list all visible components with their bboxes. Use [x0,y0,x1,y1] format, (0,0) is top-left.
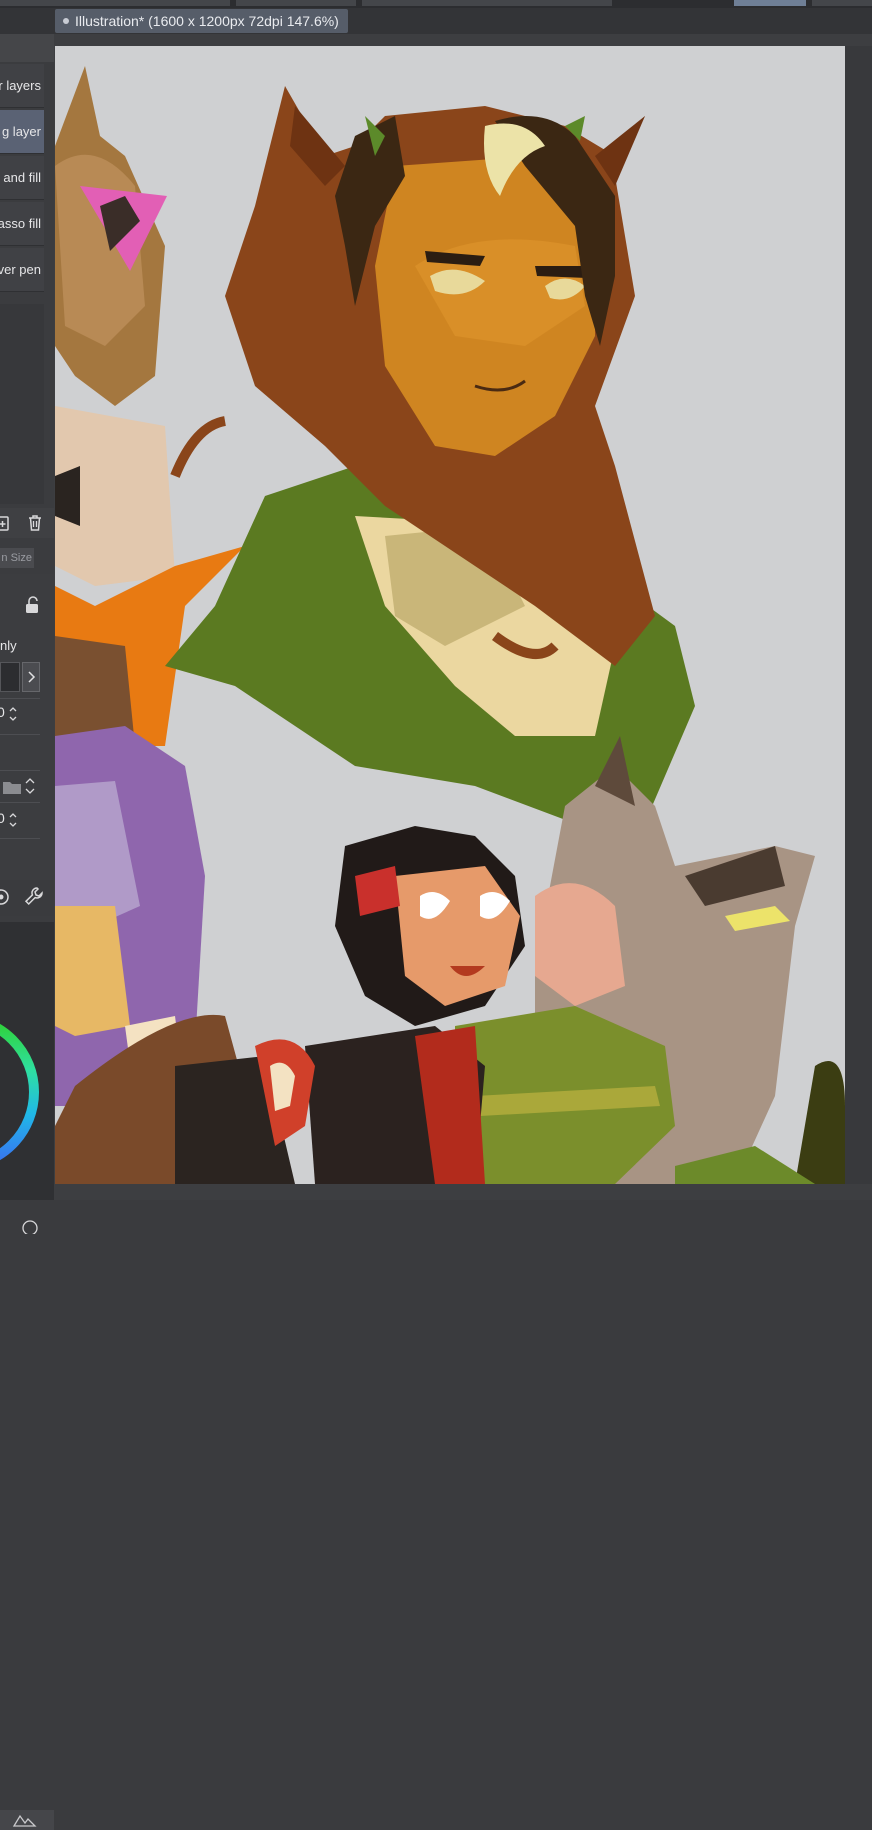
sub-tool-label: and fill [3,170,41,185]
workspace-gutter [845,46,872,1184]
trash-icon[interactable] [26,514,44,532]
toolbar-segment[interactable] [362,0,612,6]
color-wheel-panel [0,922,54,1830]
tool-property-panel: nly 0 0 [0,574,54,914]
divider [0,698,40,699]
stepper-icon[interactable] [8,704,18,724]
sub-tool-actions [0,508,54,538]
stepper-icon[interactable] [8,810,18,830]
sub-tool-item[interactable]: asso fill [0,202,44,246]
sub-tool-item[interactable]: ver pen [0,248,44,292]
value-readout: 0 [0,704,5,720]
document-tab[interactable]: Illustration* (1600 x 1200px 72dpi 147.6… [55,9,348,33]
value-readout: 0 [0,810,5,826]
navigator-icon[interactable] [20,1218,40,1234]
wrench-icon[interactable] [24,886,44,906]
sub-tool-label: ver pen [0,262,41,277]
sub-tool-label: g layer [1,124,41,139]
divider [0,734,40,735]
drawing-canvas[interactable] [55,46,845,1184]
illustration [55,66,845,1184]
toolbar-segment[interactable] [0,0,230,6]
sub-tool-panel: r layers g layer and fill asso fill ver … [0,34,54,1830]
tab-brush-size[interactable]: n Size [0,548,34,568]
property-footer [0,880,54,916]
toolbar-segment-active[interactable] [734,0,806,6]
stepper-icon[interactable] [24,776,36,796]
color-set-icon[interactable] [12,1812,38,1828]
sub-tool-empty-area [0,304,44,504]
tab-label: n Size [1,552,32,564]
folder-icon[interactable] [2,778,22,796]
sub-tool-label: asso fill [0,216,41,231]
sub-tool-item[interactable]: and fill [0,156,44,200]
lock-icon[interactable] [24,596,40,614]
panel-header [0,34,54,62]
left-character-upper [55,66,175,586]
toolbar-segment[interactable] [236,0,356,6]
sub-tool-item-selected[interactable]: g layer [0,110,44,154]
sub-tool-label: r layers [0,78,41,93]
main-character [165,86,695,846]
color-panel-tabs [0,1810,54,1830]
color-wheel[interactable] [0,992,44,1192]
toolbar-segment[interactable] [812,0,872,6]
unsaved-dot-icon [63,18,69,24]
chevron-right-icon [28,671,36,683]
document-title: Illustration* (1600 x 1200px 72dpi 147.6… [75,13,339,29]
menu-strip [0,0,872,8]
value-field[interactable] [0,662,20,692]
divider [0,802,40,803]
new-layer-icon[interactable] [0,514,12,532]
divider [0,838,40,839]
next-button[interactable] [22,662,40,692]
divider [0,770,40,771]
sub-tool-item[interactable]: r layers [0,64,44,108]
option-label: nly [0,638,17,653]
reset-icon[interactable] [0,888,10,906]
